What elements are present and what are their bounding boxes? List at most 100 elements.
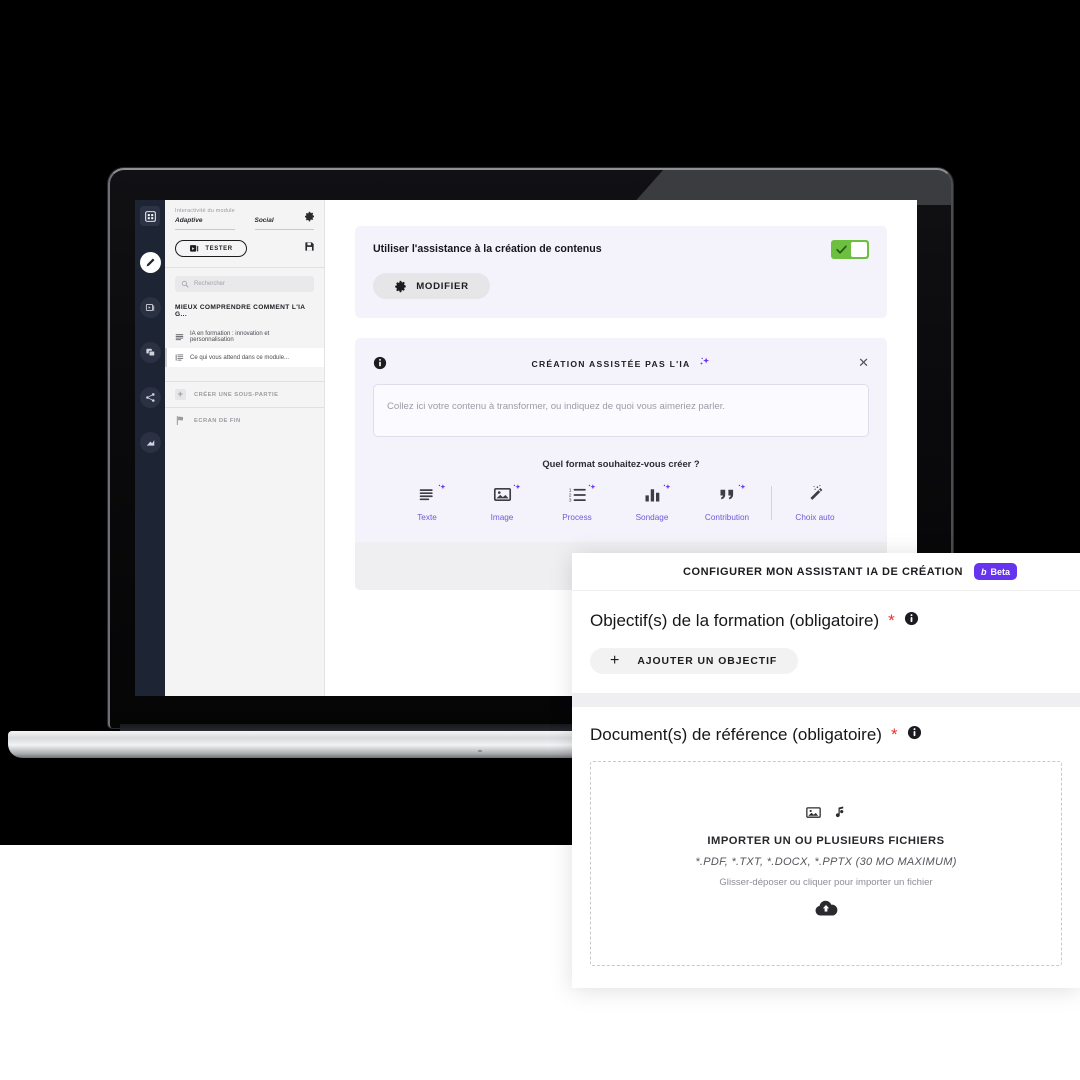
required-mark: *	[888, 611, 895, 630]
floppy-save-icon[interactable]	[303, 240, 316, 253]
end-screen-item[interactable]: ECRAN DE FIN	[165, 408, 324, 433]
sidebar-item-media-tool[interactable]	[139, 297, 161, 318]
quote-icon	[717, 483, 745, 505]
svg-text:3: 3	[568, 497, 571, 503]
format-option-texte[interactable]: Texte	[390, 483, 465, 522]
outline-header: Interactivité du module Adaptive Social	[165, 200, 324, 267]
sidebar-item-stats-tool[interactable]	[139, 432, 161, 453]
modify-button-label: MODIFIER	[416, 280, 469, 292]
search-icon	[181, 280, 189, 288]
sparkle-icon	[436, 480, 447, 498]
sparkle-icon	[736, 480, 747, 498]
file-dropzone[interactable]: IMPORTER UN OU PLUSIEURS FICHIERS *.PDF,…	[590, 761, 1062, 966]
info-icon[interactable]	[907, 725, 922, 745]
create-subpart-button[interactable]: + CRÉER UNE SOUS-PARTIE	[165, 382, 324, 407]
cloud-upload-icon	[814, 899, 838, 923]
plus-icon: +	[175, 389, 186, 400]
sidebar-item-duplicate-tool[interactable]	[139, 342, 161, 363]
assistance-toggle[interactable]	[831, 240, 869, 259]
beta-label: Beta	[990, 566, 1010, 577]
svg-text:2: 2	[568, 492, 571, 498]
modify-button[interactable]: MODIFIER	[373, 273, 490, 299]
format-option-sondage[interactable]: Sondage	[615, 483, 690, 522]
dropzone-title: IMPORTER UN OU PLUSIEURS FICHIERS	[707, 835, 945, 847]
module-outline-panel: Interactivité du module Adaptive Social	[165, 200, 325, 696]
assistance-card: Utiliser l'assistance à la création de c…	[355, 226, 887, 318]
test-button-label: TESTER	[205, 245, 233, 252]
panel-header: CONFIGURER MON ASSISTANT IA DE CRÉATION …	[572, 553, 1080, 591]
gear-icon	[395, 280, 407, 292]
sidebar-item-edit-tool[interactable]	[139, 252, 161, 273]
field-adaptive[interactable]: Adaptive	[175, 217, 235, 230]
interactivity-label: Interactivité du module	[175, 208, 235, 214]
sparkle-icon	[511, 480, 522, 498]
end-screen-label: ECRAN DE FIN	[194, 417, 241, 424]
sparkle-icon	[698, 355, 711, 373]
check-icon	[833, 243, 850, 256]
close-icon[interactable]: ✕	[858, 356, 869, 369]
add-objective-button[interactable]: + AJOUTER UN OBJECTIF	[590, 648, 798, 674]
magic-wand-icon	[805, 483, 826, 505]
info-icon[interactable]	[904, 611, 919, 631]
ai-assistant-config-panel: CONFIGURER MON ASSISTANT IA DE CRÉATION …	[572, 553, 1080, 988]
sparkle-icon	[586, 480, 597, 498]
list-item[interactable]: IA en formation : innovation et personna…	[165, 326, 324, 348]
list-item-label: Ce qui vous attend dans ce module...	[190, 354, 290, 361]
format-option-label: Image	[490, 513, 514, 522]
objective-label: Objectif(s) de la formation (obligatoire…	[590, 611, 880, 630]
format-option-contribution[interactable]: Contribution	[690, 483, 765, 522]
format-option-choix-auto[interactable]: Choix auto	[778, 483, 853, 522]
left-rail	[135, 200, 165, 696]
list-item-label: IA en formation : innovation et personna…	[189, 331, 270, 343]
text-lines-icon	[417, 483, 445, 505]
plus-icon: +	[610, 652, 620, 669]
field-underline	[254, 229, 314, 230]
image-icon	[805, 804, 822, 826]
sparkle-icon	[661, 480, 672, 498]
format-option-label: Sondage	[635, 513, 669, 522]
required-mark: *	[890, 725, 898, 744]
create-subpart-label: CRÉER UNE SOUS-PARTIE	[194, 391, 279, 398]
search-placeholder: Rechercher	[194, 281, 226, 287]
documents-label-row: Document(s) de référence (obligatoire) *	[590, 725, 1062, 745]
info-icon[interactable]	[373, 356, 387, 375]
dropzone-hint: Glisser-déposer ou cliquer pour importer…	[719, 877, 933, 888]
gear-icon[interactable]	[303, 210, 316, 223]
beta-mark: b	[980, 566, 987, 577]
flag-icon	[176, 415, 183, 426]
panel-title: CONFIGURER MON ASSISTANT IA DE CRÉATION	[683, 565, 963, 578]
laptop-base-indicator	[478, 750, 482, 752]
ai-prompt-input[interactable]: Collez ici votre contenu à transformer, …	[373, 384, 869, 437]
format-option-label: Choix auto	[795, 513, 835, 522]
objective-label-row: Objectif(s) de la formation (obligatoire…	[590, 611, 1062, 631]
divider	[770, 485, 772, 520]
format-question: Quel format souhaitez-vous créer ?	[542, 458, 700, 469]
section-divider	[572, 693, 1080, 707]
outline-search: Rechercher	[165, 268, 324, 300]
text-lines-icon	[175, 333, 184, 340]
documents-section: Document(s) de référence (obligatoire) *…	[572, 707, 1080, 988]
objective-section: Objectif(s) de la formation (obligatoire…	[572, 591, 1080, 674]
chapter-title: MIEUX COMPRENDRE COMMENT L'IA G...	[175, 304, 306, 318]
grid-logo-icon[interactable]	[140, 206, 160, 226]
dropzone-icons	[805, 804, 847, 826]
list-item[interactable]: Ce qui vous attend dans ce module...	[165, 348, 324, 367]
interactivity-fields: Adaptive Social	[175, 217, 314, 230]
field-adaptive-value: Adaptive	[175, 217, 203, 224]
play-card-icon	[190, 245, 199, 252]
format-options: Texte Image 1 2 3 Process Sondage Contri…	[373, 483, 869, 542]
search-input[interactable]: Rechercher	[175, 276, 314, 292]
format-option-label: Contribution	[704, 513, 750, 522]
test-button[interactable]: TESTER	[175, 240, 247, 257]
bar-chart-icon	[642, 483, 670, 505]
documents-label: Document(s) de référence (obligatoire)	[590, 725, 882, 744]
ai-prompt-placeholder: Collez ici votre contenu à transformer, …	[387, 401, 726, 412]
ordered-list-icon: 123	[567, 483, 595, 505]
format-option-label: Texte	[417, 513, 437, 522]
ai-card-title: CRÉATION ASSISTÉE PAS L'IA	[531, 359, 691, 369]
format-option-process[interactable]: 123 Process	[540, 483, 615, 522]
beta-badge: b Beta	[973, 563, 1017, 580]
format-option-image[interactable]: Image	[465, 483, 540, 522]
sidebar-item-share-tool[interactable]	[139, 387, 161, 408]
